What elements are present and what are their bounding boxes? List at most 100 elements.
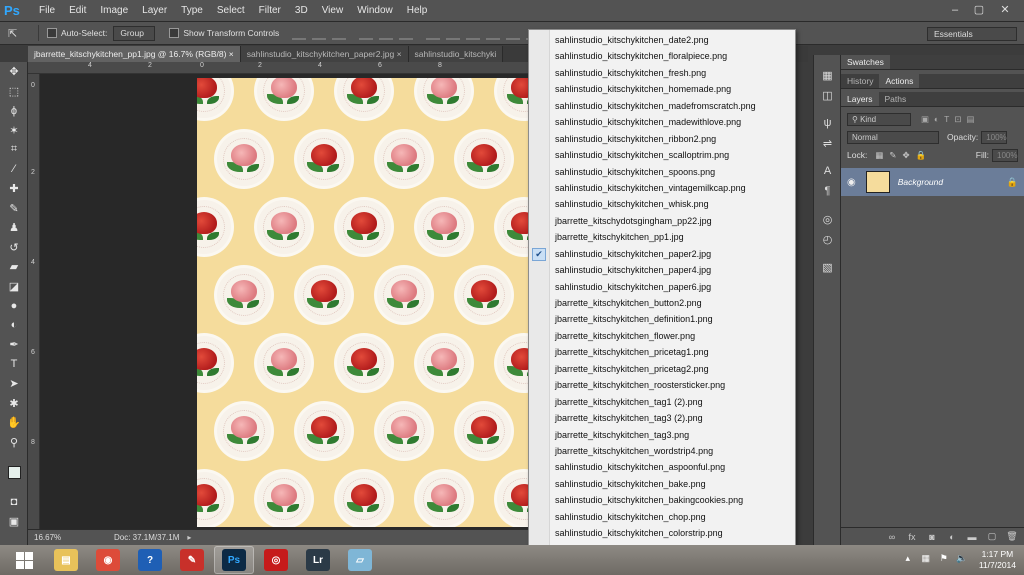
blur-tool-icon[interactable]: ● xyxy=(0,296,28,316)
canvas-area[interactable] xyxy=(40,74,528,529)
navigator-icon[interactable]: ◴ xyxy=(814,229,841,249)
file-list-item[interactable]: jbarrette_kitschykitchen_pricetag2.png xyxy=(529,361,795,377)
character-icon[interactable]: A xyxy=(814,161,841,181)
file-list-item[interactable]: sahlinstudio_kitschykitchen_chop.png xyxy=(529,509,795,525)
menu-edit[interactable]: Edit xyxy=(62,5,93,16)
menu-filter[interactable]: Filter xyxy=(252,5,288,16)
opacity-field[interactable]: 100% xyxy=(981,130,1008,144)
menu-help[interactable]: Help xyxy=(400,5,435,16)
tab-swatches[interactable]: Swatches xyxy=(841,55,890,69)
auto-select-checkbox[interactable] xyxy=(47,28,57,38)
menu-image[interactable]: Image xyxy=(93,5,135,16)
file-list-item[interactable]: sahlinstudio_kitschykitchen_vintagemilkc… xyxy=(529,180,795,196)
fx-icon[interactable]: fx xyxy=(905,532,919,542)
document-image[interactable] xyxy=(197,78,528,527)
file-list-item[interactable]: sahlinstudio_kitschykitchen_spoons.png xyxy=(529,164,795,180)
distribute-top-icon[interactable] xyxy=(426,27,441,40)
file-list-item[interactable]: jbarrette_kitschykitchen_flower.png xyxy=(529,328,795,344)
file-list-item[interactable]: sahlinstudio_kitschykitchen_whisk.png xyxy=(529,196,795,212)
tab-pp1[interactable]: jbarrette_kitschykitchen_pp1.jpg @ 16.7%… xyxy=(28,46,241,62)
taskbar-creative-cloud[interactable]: ◎ xyxy=(256,546,296,574)
properties-icon[interactable]: ▦ xyxy=(814,65,841,85)
shape-tool-icon[interactable]: ✱ xyxy=(0,394,28,414)
file-list-item[interactable]: sahlinstudio_kitschykitchen_aspoonful.pn… xyxy=(529,459,795,475)
eyedropper-icon[interactable]: ⁄ xyxy=(0,160,28,180)
filter-icons[interactable]: ▣◐T⊡▤ xyxy=(921,114,980,125)
tab-third[interactable]: sahlinstudio_kitschyki xyxy=(408,46,504,62)
align-right-icon[interactable] xyxy=(399,27,414,40)
taskbar-explorer[interactable]: ▤ xyxy=(46,546,86,574)
pen-tool-icon[interactable]: ✒ xyxy=(0,335,28,355)
clock[interactable]: 1:17 PM 11/7/2014 xyxy=(979,549,1016,571)
fill-field[interactable]: 100% xyxy=(992,148,1018,162)
color-swatch-icon[interactable] xyxy=(0,452,28,492)
tab-history[interactable]: History xyxy=(841,74,879,88)
zoom-level[interactable]: 16.67% xyxy=(34,533,84,542)
type-tool-icon[interactable]: T xyxy=(0,355,28,375)
file-list-item[interactable]: sahlinstudio_kitschykitchen_floralpiece.… xyxy=(529,48,795,64)
lock-icons[interactable]: ▦✎✥🔒 xyxy=(875,150,932,161)
layer-background[interactable]: ◉ Background 🔒 xyxy=(841,168,1024,196)
tab-paper2[interactable]: sahlinstudio_kitschykitchen_paper2.jpg × xyxy=(240,46,409,62)
minimize-button[interactable]: – xyxy=(946,3,964,17)
lasso-tool-icon[interactable]: ϕ xyxy=(0,101,28,121)
crop-tool-icon[interactable]: ⌗ xyxy=(0,140,28,160)
status-arrow-icon[interactable]: ▸ xyxy=(187,533,191,542)
file-list-item[interactable]: sahlinstudio_kitschykitchen_paper4.jpg xyxy=(529,262,795,278)
group-icon[interactable]: ▬ xyxy=(965,532,979,542)
distribute-middle-icon[interactable] xyxy=(446,27,461,40)
distribute-left-icon[interactable] xyxy=(486,27,501,40)
paragraph-icon[interactable]: ¶ xyxy=(814,181,841,201)
brush-presets-icon[interactable]: ψ xyxy=(814,113,841,133)
distribute-center-icon[interactable] xyxy=(506,27,521,40)
tab-paths[interactable]: Paths xyxy=(879,92,913,106)
workspace-dropdown[interactable]: Essentials xyxy=(927,27,1017,41)
adjustment-layer-icon[interactable]: ◐ xyxy=(945,532,959,542)
file-list-item[interactable]: jbarrette_kitschykitchen_pricetag1.png xyxy=(529,344,795,360)
volume-icon[interactable]: 🔈 xyxy=(955,553,969,567)
file-list-item[interactable]: jbarrette_kitschykitchen_tag3.png xyxy=(529,427,795,443)
magic-wand-icon[interactable]: ✶ xyxy=(0,121,28,141)
file-list-item[interactable]: jbarrette_kitschydotsgingham_pp22.jpg xyxy=(529,213,795,229)
tray-expand-icon[interactable]: ▴ xyxy=(901,553,915,567)
file-list-item[interactable]: jbarrette_kitschykitchen_pp1.jpg xyxy=(529,229,795,245)
maximize-button[interactable]: ▢ xyxy=(970,3,988,17)
align-left-icon[interactable] xyxy=(359,27,374,40)
brush-panel-icon[interactable]: ⇌ xyxy=(814,133,841,153)
visibility-eye-icon[interactable]: ◉ xyxy=(847,177,856,188)
taskbar-help[interactable]: ? xyxy=(130,546,170,574)
menu-window[interactable]: Window xyxy=(350,5,400,16)
brush-tool-icon[interactable]: ✎ xyxy=(0,199,28,219)
file-list-item[interactable]: jbarrette_kitschykitchen_tag3 (2).png xyxy=(529,410,795,426)
file-list-item[interactable]: sahlinstudio_kitschykitchen_fresh.png xyxy=(529,65,795,81)
styles-icon[interactable]: ◎ xyxy=(814,209,841,229)
file-list-item[interactable]: sahlinstudio_kitschykitchen_colorstrip.p… xyxy=(529,525,795,541)
mask-icon[interactable]: ◙ xyxy=(925,532,939,542)
tab-layers[interactable]: Layers xyxy=(841,92,879,106)
marquee-tool-icon[interactable]: ⬚ xyxy=(0,82,28,102)
start-button[interactable] xyxy=(4,546,44,574)
tab-actions[interactable]: Actions xyxy=(879,74,920,88)
paint-bucket-icon[interactable]: ◪ xyxy=(0,277,28,297)
tab-close-icon[interactable]: × xyxy=(229,49,234,59)
menu-select[interactable]: Select xyxy=(210,5,252,16)
adjustments-icon[interactable]: ◫ xyxy=(814,85,841,105)
healing-brush-icon[interactable]: ✚ xyxy=(0,179,28,199)
blend-mode-dropdown[interactable]: Normal xyxy=(847,130,939,144)
taskbar-lightroom[interactable]: Lr xyxy=(298,546,338,574)
file-list-item[interactable]: jbarrette_kitschykitchen_wordstrip4.png xyxy=(529,443,795,459)
taskbar-app[interactable]: ▱ xyxy=(340,546,380,574)
taskbar-acrobat[interactable]: ✎ xyxy=(172,546,212,574)
file-list-item[interactable]: sahlinstudio_kitschykitchen_madewithlove… xyxy=(529,114,795,130)
file-list-item[interactable]: sahlinstudio_kitschykitchen_bakingcookie… xyxy=(529,492,795,508)
quick-mask-icon[interactable]: ◘ xyxy=(0,492,28,512)
file-list-item[interactable]: ✔ sahlinstudio_kitschykitchen_paper2.jpg xyxy=(529,246,795,262)
clone-stamp-icon[interactable]: ♟ xyxy=(0,218,28,238)
tab-close-icon[interactable]: × xyxy=(397,49,402,59)
action-center-icon[interactable]: ⚑ xyxy=(937,553,951,567)
file-list-item[interactable]: jbarrette_kitschykitchen_roostersticker.… xyxy=(529,377,795,393)
screen-mode-icon[interactable]: ▣ xyxy=(0,512,28,532)
menu-view[interactable]: View xyxy=(315,5,351,16)
align-top-icon[interactable] xyxy=(292,27,307,40)
hand-tool-icon[interactable]: ✋ xyxy=(0,413,28,433)
